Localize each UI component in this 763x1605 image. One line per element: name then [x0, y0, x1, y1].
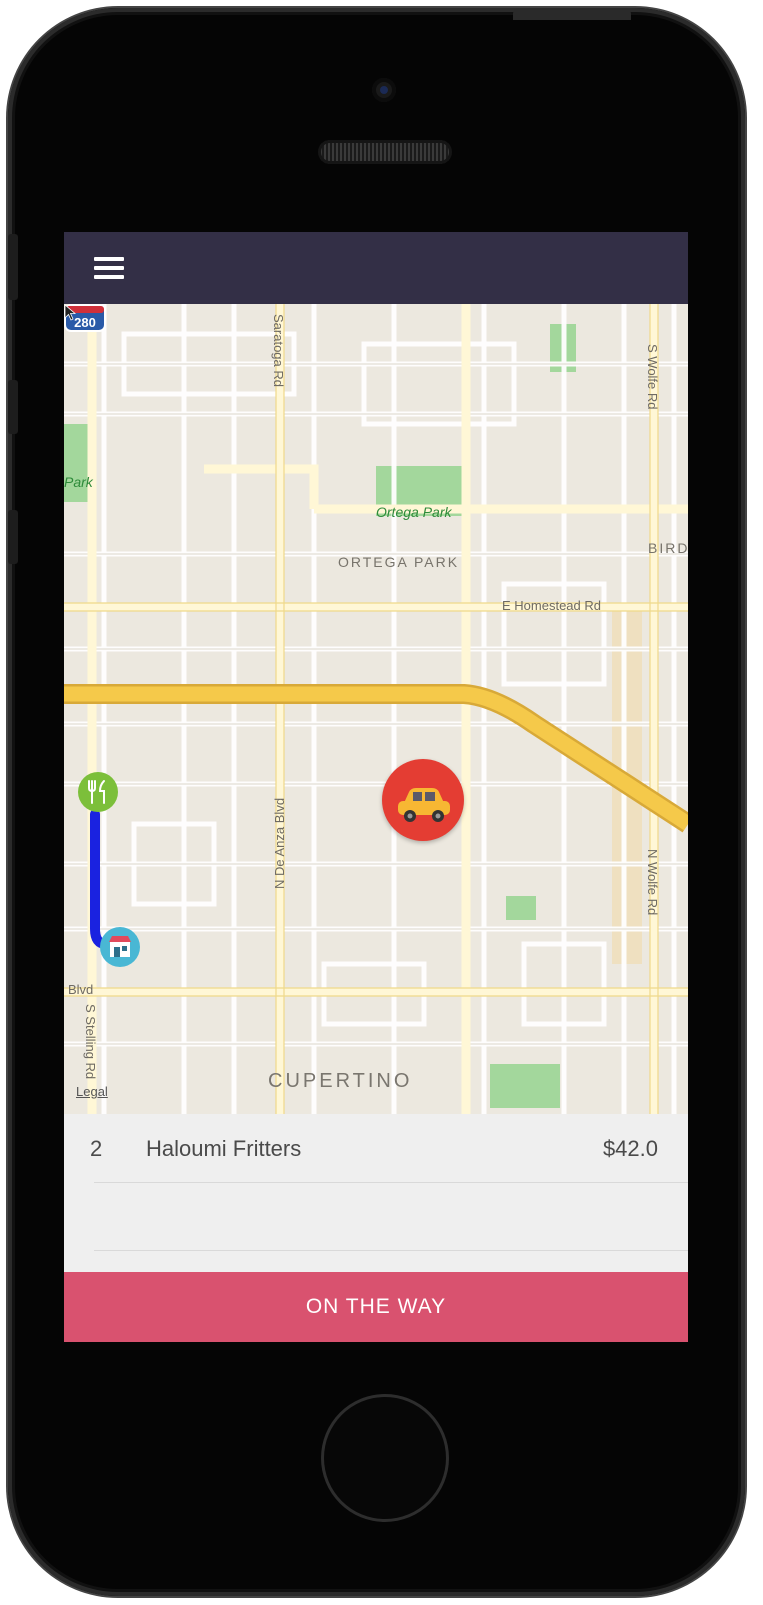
- on-the-way-button[interactable]: ON THE WAY: [64, 1272, 688, 1342]
- volume-up-button: [8, 380, 18, 434]
- store-icon: [109, 936, 131, 957]
- map-label-city: CUPERTINO: [268, 1070, 413, 1092]
- order-divider: [94, 1250, 688, 1251]
- map-label-wolfe-n: N Wolfe Rd: [645, 849, 660, 916]
- order-summary-panel: 2 Haloumi Fritters $42.0: [64, 1114, 688, 1272]
- map-label-saratoga: Saratoga Rd: [271, 314, 286, 387]
- map-streets: [64, 304, 688, 1114]
- car-icon: [398, 788, 450, 822]
- mute-switch: [8, 234, 18, 300]
- app-screen: 280 Park Ortega Park ORTEGA PARK BIRD E …: [64, 232, 688, 1342]
- order-item-name: Haloumi Fritters: [146, 1136, 302, 1161]
- menu-icon[interactable]: [94, 257, 124, 279]
- customer-store-marker[interactable]: [100, 927, 140, 967]
- map-label-blvd: Blvd: [68, 982, 94, 997]
- order-item-row[interactable]: 2 Haloumi Fritters $42.0: [64, 1114, 688, 1182]
- restaurant-icon: [88, 780, 105, 804]
- front-camera: [372, 78, 396, 102]
- map-label-ortega-park: Ortega Park: [376, 504, 452, 520]
- cursor-icon: [64, 304, 77, 321]
- driver-car-marker[interactable]: [382, 759, 464, 841]
- map-label-area-bird: BIRD: [648, 540, 688, 556]
- restaurant-marker[interactable]: [78, 772, 118, 812]
- map-label-de-anza: N De Anza Blvd: [272, 797, 287, 889]
- map-legal-link[interactable]: Legal: [76, 1084, 108, 1099]
- order-divider: [94, 1182, 688, 1183]
- map-view[interactable]: 280 Park Ortega Park ORTEGA PARK BIRD E …: [64, 304, 688, 1114]
- map-label-park-west: Park: [64, 474, 93, 490]
- home-button[interactable]: [321, 1394, 449, 1522]
- order-item-quantity: 2: [90, 1136, 103, 1161]
- power-button: [513, 8, 631, 20]
- map-label-wolfe-s: S Wolfe Rd: [645, 344, 660, 410]
- map-label-stelling: S Stelling Rd: [83, 1004, 98, 1080]
- earpiece-speaker: [318, 140, 452, 164]
- order-item-price: $42.0: [602, 1136, 658, 1161]
- map-label-homestead: E Homestead Rd: [502, 598, 601, 613]
- map-label-area-ortega: ORTEGA PARK: [338, 554, 460, 570]
- volume-down-button: [8, 510, 18, 564]
- top-navbar: [64, 232, 688, 304]
